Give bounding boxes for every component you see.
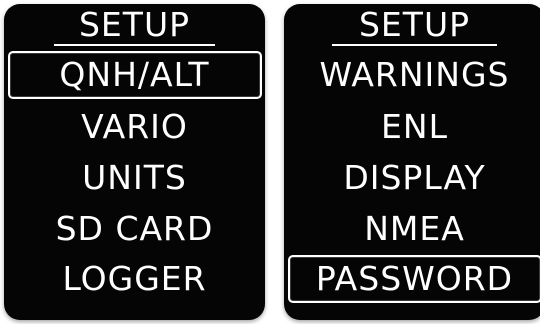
menu-item-logger[interactable]: LOGGER [4, 254, 265, 304]
menu-item-enl[interactable]: ENL [284, 102, 540, 152]
screen-title: SETUP [78, 5, 190, 44]
menu-item-label: QNH/ALT [59, 55, 210, 94]
setup-screen-right: SETUP WARNINGS ENL DISPLAY NMEA PASSWORD [284, 4, 540, 320]
menu-item-label: DISPLAY [343, 158, 486, 197]
menu-item-vario[interactable]: VARIO [4, 102, 265, 152]
menu-item-label: UNITS [82, 158, 187, 197]
menu-item-label: WARNINGS [319, 55, 510, 94]
menu-item-label: PASSWORD [315, 259, 514, 298]
title-underline [54, 44, 215, 46]
menu-item-label: ENL [381, 107, 448, 146]
menu-item-label: LOGGER [62, 259, 207, 298]
menu-item-nmea[interactable]: NMEA [284, 204, 540, 254]
menu-item-qnh-alt[interactable]: QNH/ALT [4, 50, 265, 100]
menu-item-label: NMEA [364, 209, 465, 248]
menu-item-warnings[interactable]: WARNINGS [284, 50, 540, 100]
menu-item-label: SD CARD [55, 209, 214, 248]
menu-item-display[interactable]: DISPLAY [284, 153, 540, 203]
title-underline [332, 44, 497, 46]
menu-item-password[interactable]: PASSWORD [284, 254, 540, 304]
menu-item-sd-card[interactable]: SD CARD [4, 204, 265, 254]
menu-item-units[interactable]: UNITS [4, 153, 265, 203]
menu-item-label: VARIO [81, 107, 188, 146]
screen-title: SETUP [358, 5, 470, 44]
setup-screen-left: SETUP QNH/ALT VARIO UNITS SD CARD LOGGER [4, 4, 265, 320]
